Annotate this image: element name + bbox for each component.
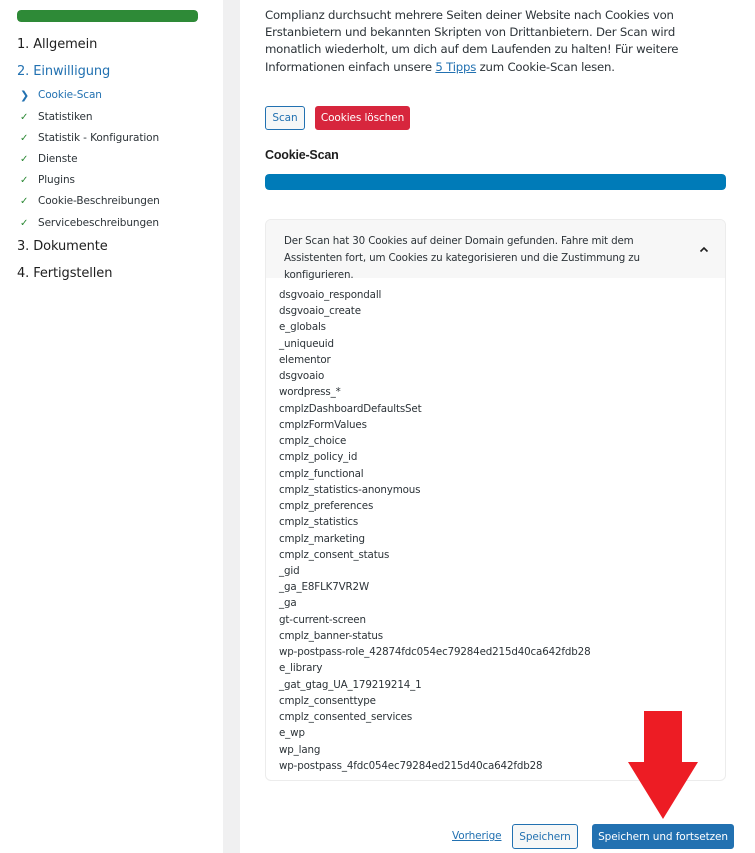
layout-gutter <box>223 0 240 853</box>
step-allgemein[interactable]: 1. Allgemein <box>17 37 97 53</box>
step-einwilligung[interactable]: 2. Einwilligung <box>17 64 110 80</box>
substep-label: Statistik - Konfiguration <box>38 132 160 144</box>
wizard-sidebar: 1. Allgemein 2. Einwilligung ❯ Cookie-Sc… <box>0 0 223 853</box>
intro-text-part: zum Cookie-Scan lesen. <box>476 59 615 74</box>
substep-statistiken[interactable]: ✓ Statistiken <box>20 109 93 125</box>
substep-label: Statistiken <box>38 111 93 123</box>
delete-cookies-button[interactable]: Cookies löschen <box>315 106 410 130</box>
cookie-list-item: cmplz_choice <box>279 435 347 448</box>
save-and-continue-button[interactable]: Speichern und fortsetzen <box>592 824 734 849</box>
save-button[interactable]: Speichern <box>512 824 578 849</box>
cookie-list-item: cmplz_banner-status <box>279 629 383 642</box>
cookie-list-item: cmplz_consenttype <box>279 694 376 707</box>
cookie-list-item: _gat_gtag_UA_179219214_1 <box>279 678 422 691</box>
intro-text: Complianz durchsucht mehrere Seiten dein… <box>265 7 731 76</box>
chevron-right-icon: ❯ <box>20 88 30 102</box>
cookie-list-item: e_library <box>279 662 323 675</box>
cookie-list: dsgvoaio_respondall dsgvoaio_create e_glob… <box>279 287 591 774</box>
cookie-list-item: wp-postpass_4fdc054ec79284ed215d40ca642f… <box>279 759 543 772</box>
step-fertigstellen[interactable]: 4. Fertigstellen <box>17 266 112 282</box>
cookie-list-item: e_wp <box>279 727 305 740</box>
substep-label: Servicebeschreibungen <box>38 217 159 229</box>
scan-results-summary: Der Scan hat 30 Cookies auf deiner Domai… <box>284 235 640 281</box>
cookie-list-item: cmplz_marketing <box>279 532 365 545</box>
cookie-list-item: cmplz_consent_status <box>279 548 390 561</box>
substep-label: Dienste <box>38 153 78 165</box>
cookie-list-item: _uniqueuid <box>279 337 334 350</box>
substep-label: Plugins <box>38 174 75 186</box>
substep-label: Cookie-Scan <box>38 89 102 101</box>
wizard-progress-bar <box>17 10 198 22</box>
substep-label: Cookie-Beschreibungen <box>38 195 160 207</box>
scan-progress-fill <box>265 174 726 190</box>
substep-cookie-beschreibungen[interactable]: ✓ Cookie-Beschreibungen <box>20 193 160 209</box>
cookie-list-item: cmplz_statistics <box>279 516 359 529</box>
check-icon: ✓ <box>20 153 29 165</box>
substep-statistik-konfiguration[interactable]: ✓ Statistik - Konfiguration <box>20 130 159 146</box>
cookie-list-item: gt-current-screen <box>279 613 366 626</box>
cookie-list-item: wp-postpass-role_42874fdc054ec79284ed215… <box>279 646 591 659</box>
check-icon: ✓ <box>20 174 29 186</box>
scan-progress-bar <box>265 174 726 190</box>
check-icon: ✓ <box>20 217 29 229</box>
check-icon: ✓ <box>20 111 29 123</box>
substep-plugins[interactable]: ✓ Plugins <box>20 172 75 188</box>
cookie-list-item: wp_lang <box>279 743 321 756</box>
scan-section-title: Cookie-Scan <box>265 148 339 162</box>
cookie-list-item: cmplzFormValues <box>279 418 367 431</box>
check-icon: ✓ <box>20 132 29 144</box>
wizard-progress-fill <box>17 10 198 22</box>
cookie-list-item: dsgvoaio_respondall <box>279 289 382 301</box>
cookie-list-item: dsgvoaio <box>279 370 325 383</box>
cookie-list-item: e_globals <box>279 321 326 334</box>
main-content: Complianz durchsucht mehrere Seiten dein… <box>240 0 755 853</box>
scan-button[interactable]: Scan <box>265 106 305 130</box>
step-dokumente[interactable]: 3. Dokumente <box>17 239 108 255</box>
cookie-list-item: cmplzDashboardDefaultsSet <box>279 402 422 415</box>
cookie-list-item: dsgvoaio_create <box>279 305 361 318</box>
cookie-list-item: cmplz_statistics-anonymous <box>279 483 421 496</box>
cookie-list-item: cmplz_policy_id <box>279 451 358 464</box>
cookie-list-item: cmplz_consented_services <box>279 711 413 724</box>
cookie-list-item: elementor <box>279 353 331 366</box>
chevron-up-icon[interactable] <box>697 242 711 256</box>
substep-servicebeschreibungen[interactable]: ✓ Servicebeschreibungen <box>20 215 159 231</box>
cookie-list-item: _ga <box>279 597 297 610</box>
check-icon: ✓ <box>20 195 29 207</box>
cookie-list-item: wordpress_* <box>279 386 341 399</box>
scan-results-header[interactable]: Der Scan hat 30 Cookies auf deiner Domai… <box>266 220 725 281</box>
substep-dienste[interactable]: ✓ Dienste <box>20 151 78 167</box>
scan-results-panel: Der Scan hat 30 Cookies auf deiner Domai… <box>265 219 726 781</box>
substep-cookie-scan[interactable]: ❯ Cookie-Scan <box>20 87 102 103</box>
cookie-list-item: _gid <box>279 564 300 577</box>
cookie-list-item: _ga_E8FLK7VR2W <box>279 581 369 594</box>
cookie-list-item: cmplz_functional <box>279 467 364 480</box>
previous-link[interactable]: Vorherige <box>452 830 502 842</box>
cookie-list-item: cmplz_preferences <box>279 500 374 513</box>
tips-link[interactable]: 5 Tipps <box>435 60 476 74</box>
